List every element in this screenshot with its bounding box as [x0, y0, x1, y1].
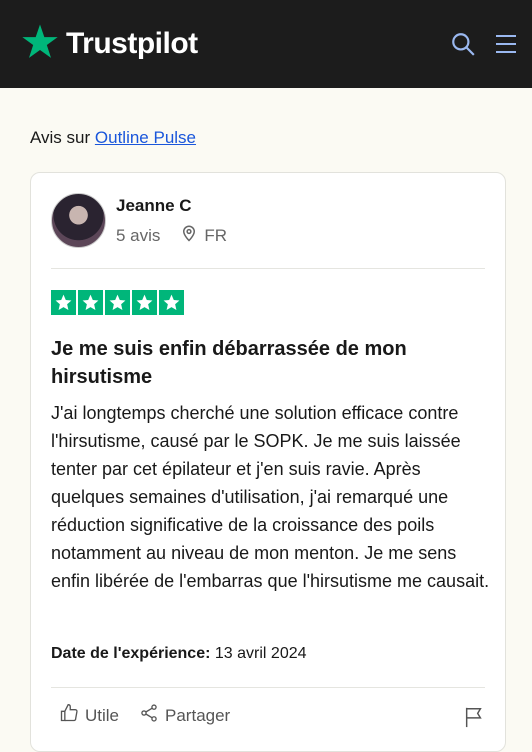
brand-name: Trustpilot — [66, 27, 198, 60]
star-rating — [51, 290, 184, 315]
top-bar: Trustpilot — [0, 0, 532, 88]
reviewer[interactable]: Jeanne C 5 avis FR — [51, 193, 227, 248]
trustpilot-logo[interactable]: Trustpilot — [20, 22, 198, 67]
location-pin-icon — [180, 224, 198, 247]
review-title: Je me suis enfin débarrassée de mon hirs… — [51, 338, 407, 388]
share-button[interactable]: Partager — [139, 703, 230, 728]
menu-icon[interactable] — [494, 33, 518, 55]
search-icon[interactable] — [450, 31, 476, 57]
experience-date: Date de l'expérience: 13 avril 2024 — [51, 645, 307, 663]
star-icon — [105, 290, 130, 315]
divider — [51, 687, 485, 688]
about-prefix: Avis sur — [30, 128, 91, 147]
about-line: Avis sur Outline Pulse — [0, 88, 532, 154]
star-icon — [132, 290, 157, 315]
company-link[interactable]: Outline Pulse — [95, 128, 196, 147]
useful-label: Utile — [85, 705, 120, 725]
review-card: Jeanne C 5 avis FR Je me suis enfin déba… — [30, 172, 506, 752]
share-label: Partager — [165, 705, 231, 725]
review-count: 5 avis — [116, 225, 161, 245]
divider — [51, 268, 485, 269]
reviewer-name[interactable]: Jeanne C — [116, 196, 227, 216]
avatar[interactable] — [51, 193, 106, 248]
star-icon — [159, 290, 184, 315]
reviewer-country: FR — [204, 225, 228, 245]
flag-icon[interactable] — [463, 705, 485, 734]
share-icon — [139, 703, 159, 728]
star-icon — [51, 290, 76, 315]
date-value: 13 avril 2024 — [214, 645, 307, 662]
useful-button[interactable]: Utile — [59, 703, 119, 728]
review-body: J'ai longtemps cherché une solution effi… — [51, 403, 490, 591]
date-label: Date de l'expérience: — [51, 645, 211, 662]
thumbs-up-icon — [59, 703, 79, 728]
star-icon — [78, 290, 103, 315]
star-logo-icon — [20, 22, 60, 67]
